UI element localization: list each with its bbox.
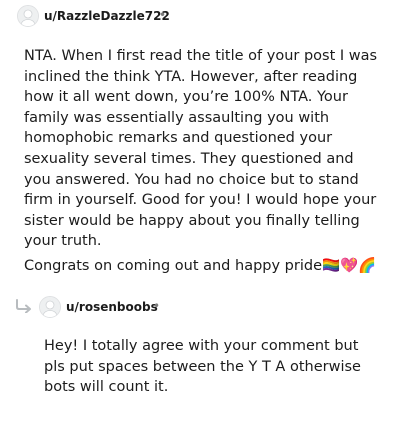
comment-paragraph: Hey! I totally agree with your comment b… — [44, 338, 361, 396]
avatar[interactable] — [39, 296, 61, 318]
default-avatar-icon — [18, 6, 38, 26]
avatar[interactable] — [17, 5, 39, 27]
default-avatar-icon — [40, 297, 60, 317]
comment-paragraph: NTA. When I first read the title of your… — [24, 48, 378, 250]
comment-paragraph: Congrats on coming out and happy pride🏳️… — [24, 257, 377, 274]
comment: u/RazzleDazzle722 • NTA. When I first re… — [0, 4, 400, 274]
separator-dot: • — [153, 299, 161, 313]
username-link[interactable]: u/rosenboobs — [66, 300, 158, 314]
username-link[interactable]: u/RazzleDazzle722 — [44, 9, 170, 23]
comment-body: NTA. When I first read the title of your… — [24, 46, 380, 277]
comment-body: Hey! I totally agree with your comment b… — [44, 336, 380, 398]
reply-comment: u/rosenboobs • Hey! I totally agree with… — [0, 295, 400, 395]
comment-header: u/rosenboobs • — [0, 295, 400, 321]
reply-arrow-icon — [16, 299, 31, 313]
separator-dot: • — [159, 8, 167, 22]
comment-header: u/RazzleDazzle722 • — [0, 4, 400, 30]
